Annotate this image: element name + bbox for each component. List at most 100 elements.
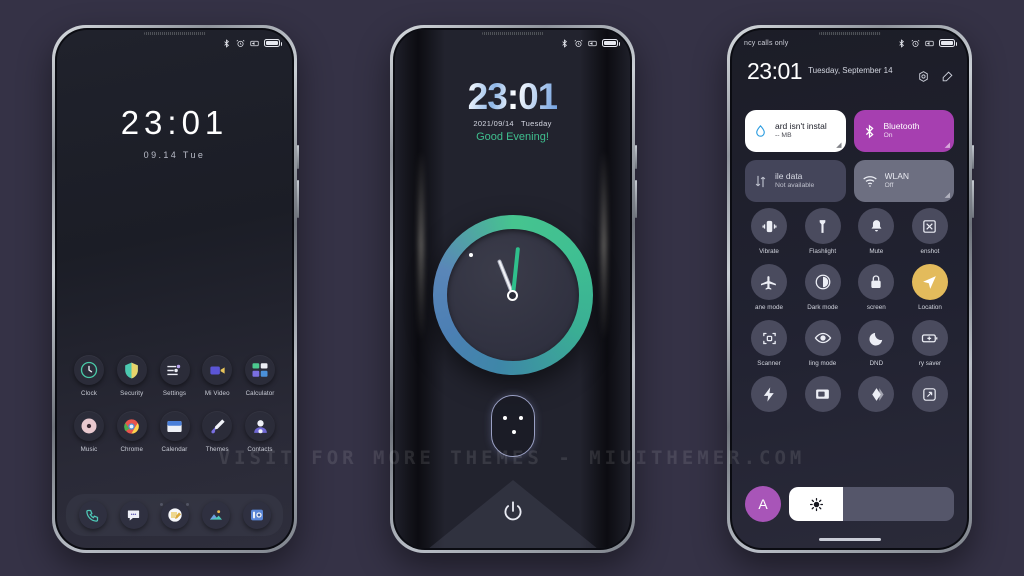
toggle-airplane-mode[interactable]: ane mode bbox=[743, 264, 795, 311]
app-row: Clock Security Settings Mi Video Calcula… bbox=[69, 355, 280, 397]
layers-icon bbox=[858, 376, 895, 412]
toggle-label: Flashlight bbox=[809, 248, 837, 255]
app-row: Music Chrome Calendar Themes Contacts bbox=[69, 411, 280, 453]
dnd-icon bbox=[588, 40, 597, 46]
sliders-icon bbox=[159, 355, 190, 385]
airplane-icon bbox=[751, 264, 787, 300]
app-label: Clock bbox=[81, 390, 97, 397]
toggle-cast[interactable] bbox=[797, 376, 849, 416]
tile-title: ard isn't instal bbox=[775, 121, 827, 132]
toggle-rotate[interactable] bbox=[904, 376, 956, 416]
notes-icon[interactable] bbox=[160, 501, 189, 529]
toggle-mute[interactable]: Mute bbox=[850, 208, 902, 255]
tile-mobile-data[interactable]: ile data Not available bbox=[745, 160, 846, 202]
volume-side-button[interactable] bbox=[297, 180, 299, 218]
power-icon[interactable] bbox=[500, 499, 526, 530]
phone-mockup-center: 23:01 2021/09/14 Tuesday Good Evening! bbox=[390, 25, 637, 553]
toggle-label: screen bbox=[866, 304, 886, 311]
toggle-lock-screen[interactable]: screen bbox=[850, 264, 902, 311]
tile-sd-card[interactable]: ard isn't instal -- MB ◢ bbox=[745, 110, 846, 152]
toggle-label: Location bbox=[918, 304, 942, 311]
app-grid: Clock Security Settings Mi Video Calcula… bbox=[69, 355, 280, 467]
dock bbox=[66, 494, 283, 536]
app-clock[interactable]: Clock bbox=[69, 355, 109, 397]
tile-title: ile data bbox=[775, 171, 803, 182]
phone-icon[interactable] bbox=[78, 501, 107, 529]
tile-corner-arrow[interactable]: ◢ bbox=[945, 141, 950, 149]
camera-icon[interactable] bbox=[242, 501, 271, 529]
big-tile-row: ile data Not available WLAN Off ◢ bbox=[745, 160, 954, 202]
moon-icon bbox=[858, 320, 895, 356]
toggle-screenshot[interactable]: enshot bbox=[904, 208, 956, 255]
toggle-flashlight[interactable]: Flashlight bbox=[797, 208, 849, 255]
app-security[interactable]: Security bbox=[112, 355, 152, 397]
app-settings[interactable]: Settings bbox=[155, 355, 195, 397]
power-side-button[interactable] bbox=[297, 145, 299, 169]
tile-corner-arrow[interactable]: ◢ bbox=[836, 141, 841, 149]
quick-toggle-row: Scanner ling mode DND ry saver bbox=[743, 320, 956, 367]
lightning-icon bbox=[751, 376, 787, 412]
bluetooth-icon bbox=[865, 124, 874, 138]
tile-wlan[interactable]: WLAN Off ◢ bbox=[853, 160, 954, 202]
alarm-icon bbox=[574, 39, 583, 47]
tile-sub: Off bbox=[884, 182, 894, 190]
toggle-label: Mute bbox=[869, 248, 884, 255]
volume-side-button[interactable] bbox=[972, 180, 974, 218]
rotate-icon bbox=[911, 376, 948, 412]
toggle-label: Dark mode bbox=[807, 304, 839, 311]
power-side-button[interactable] bbox=[972, 145, 974, 169]
dnd-icon bbox=[925, 40, 934, 46]
app-mi-video[interactable]: Mi Video bbox=[197, 355, 237, 397]
mobile-data-icon bbox=[755, 175, 766, 187]
eye-icon bbox=[804, 320, 841, 356]
calculator-grid-icon bbox=[245, 355, 275, 385]
music-disc-icon bbox=[74, 411, 104, 441]
edit-icon[interactable] bbox=[941, 70, 954, 83]
analog-clock-widget[interactable] bbox=[432, 215, 593, 375]
app-calendar[interactable]: Calendar bbox=[155, 411, 195, 453]
app-calculator[interactable]: Calculator bbox=[240, 355, 280, 397]
app-label: Settings bbox=[162, 390, 187, 397]
tile-sub: On bbox=[883, 132, 893, 140]
toggle-location[interactable]: Location bbox=[904, 264, 956, 311]
app-themes[interactable]: Themes bbox=[197, 411, 237, 453]
home-indicator[interactable] bbox=[818, 538, 881, 541]
toggle-vibrate[interactable]: Vibrate bbox=[743, 208, 795, 255]
gallery-icon[interactable] bbox=[201, 501, 230, 529]
toggle-reading-mode[interactable]: ling mode bbox=[797, 320, 849, 367]
cast-icon bbox=[804, 376, 841, 412]
app-contacts[interactable]: Contacts bbox=[240, 411, 280, 453]
toggle-dark-mode[interactable]: Dark mode bbox=[797, 264, 849, 311]
paint-brush-icon bbox=[202, 411, 233, 441]
wallpaper-glow-left bbox=[419, 150, 423, 340]
brightness-sun-icon bbox=[809, 497, 823, 511]
app-chrome[interactable]: Chrome bbox=[112, 411, 152, 453]
tile-bluetooth[interactable]: Bluetooth On ◢ bbox=[853, 110, 954, 152]
toggle-label: ry saver bbox=[918, 360, 942, 367]
lock-greeting: Good Evening! bbox=[476, 131, 549, 143]
lock-date: 2021/09/14 Tuesday bbox=[395, 119, 630, 128]
toggle-lightning[interactable] bbox=[743, 376, 795, 416]
toggle-battery-saver[interactable]: ry saver bbox=[904, 320, 956, 367]
messages-icon[interactable] bbox=[119, 501, 148, 529]
contacts-person-icon bbox=[245, 411, 275, 441]
tile-corner-arrow[interactable]: ◢ bbox=[945, 191, 950, 199]
toggle-label: Scanner bbox=[757, 360, 781, 367]
app-label: Music bbox=[80, 446, 98, 453]
clock-pip-marker bbox=[468, 253, 473, 257]
volume-side-button[interactable] bbox=[635, 180, 637, 218]
toggle-dnd[interactable]: DND bbox=[850, 320, 902, 367]
contrast-icon bbox=[804, 264, 841, 300]
app-music[interactable]: Music bbox=[69, 411, 109, 453]
toggle-scanner[interactable]: Scanner bbox=[743, 320, 795, 367]
power-side-button[interactable] bbox=[635, 145, 637, 169]
face-unlock-icon[interactable] bbox=[490, 395, 535, 457]
tile-title: WLAN bbox=[884, 171, 910, 182]
battery-icon bbox=[602, 39, 620, 47]
settings-gear-icon[interactable] bbox=[917, 70, 930, 83]
brightness-slider[interactable] bbox=[789, 487, 954, 521]
toggle-layers[interactable] bbox=[850, 376, 902, 416]
phone-mockup-right: ncy calls only 23:01 Tuesday, September … bbox=[727, 25, 974, 553]
toggle-label: Vibrate bbox=[759, 248, 779, 255]
auto-brightness-button[interactable]: A bbox=[745, 486, 781, 522]
